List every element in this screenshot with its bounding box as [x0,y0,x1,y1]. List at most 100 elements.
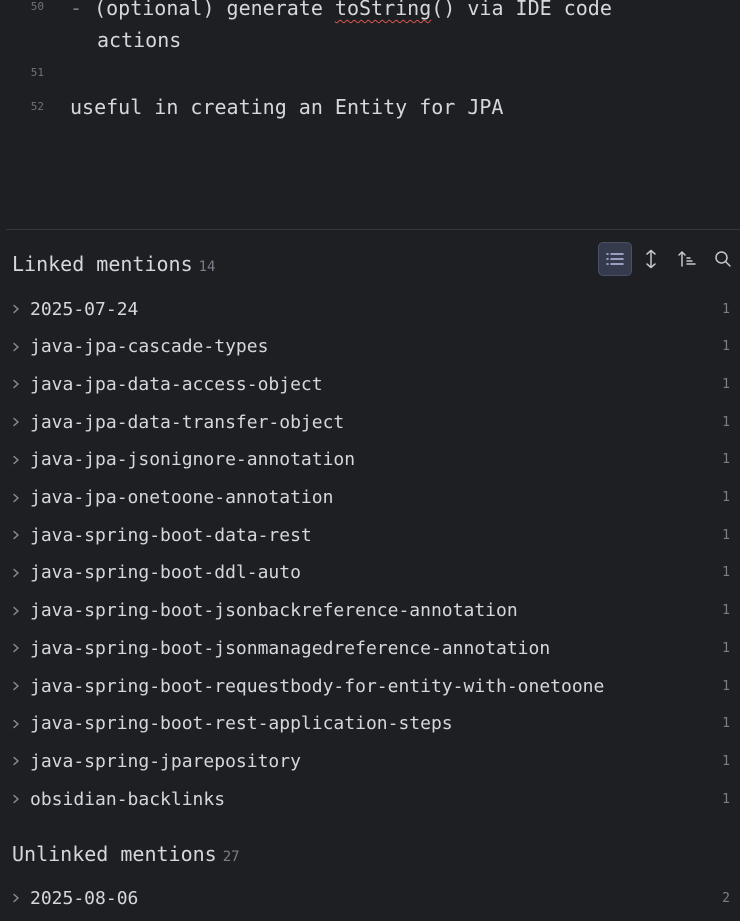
line-number-52: 52 [30,100,44,113]
line-number-51: 51 [30,66,44,79]
mention-file-name[interactable]: java-spring-boot-rest-application-steps [30,713,710,734]
mention-row[interactable]: java-spring-boot-rest-application-steps 1 [12,710,730,738]
unlinked-mentions-title: Unlinked mentions [12,842,217,866]
mention-file-name[interactable]: java-spring-boot-requestbody-for-entity-… [30,676,710,697]
mention-file-name[interactable]: java-spring-boot-data-rest [30,525,710,546]
chevron-right-icon [13,530,19,540]
mention-row[interactable]: java-spring-boot-data-rest 1 [12,521,730,549]
mention-count: 1 [722,640,730,656]
mention-row[interactable]: java-jpa-onetoone-annotation 1 [12,484,730,512]
show-more-context-button[interactable] [634,242,668,276]
mention-count: 1 [722,490,730,505]
expand-toggle[interactable] [12,304,26,314]
expand-icon [646,249,656,269]
linked-mentions-count: 14 [198,259,216,275]
chevron-right-icon [13,455,19,464]
expand-toggle[interactable] [12,606,26,616]
mention-count: 1 [722,376,730,392]
expand-toggle[interactable] [12,530,26,540]
expand-toggle[interactable] [12,681,26,691]
mention-count: 1 [722,565,730,581]
editor-line-50[interactable]: - (optional) generate toString() via IDE… [70,0,612,24]
chevron-right-icon [13,342,19,351]
backlinks-toolbar [598,242,740,276]
chevron-right-icon [13,606,19,615]
mention-file-name[interactable]: java-spring-boot-ddl-auto [30,562,710,583]
mention-file-name[interactable]: 2025-08-06 [30,888,710,909]
mention-file-name[interactable]: obsidian-backlinks [30,789,710,810]
mention-file-name[interactable]: java-jpa-cascade-types [30,336,710,357]
search-button[interactable] [706,242,740,276]
mention-count: 1 [722,791,730,807]
expand-toggle[interactable] [12,417,26,427]
mention-count: 1 [722,603,730,619]
chevron-right-icon [13,893,19,903]
editor-line-50-wrap[interactable]: actions [97,24,181,56]
unlinked-mentions-count: 27 [222,849,240,865]
chevron-right-icon [13,794,19,804]
mention-row[interactable]: java-spring-jparepository 1 [12,747,730,775]
chevron-right-icon [13,757,19,766]
mention-count: 1 [722,339,730,355]
mention-row[interactable]: java-spring-boot-ddl-auto 1 [12,559,730,587]
mention-row[interactable]: java-jpa-data-transfer-object 1 [12,408,730,436]
expand-toggle[interactable] [12,643,26,653]
mention-row[interactable]: java-spring-boot-requestbody-for-entity-… [12,672,730,700]
chevron-right-icon [13,417,19,427]
change-sort-order-button[interactable] [670,242,704,276]
mention-file-name[interactable]: java-jpa-data-access-object [30,374,710,395]
mention-file-name[interactable]: java-jpa-data-transfer-object [30,412,710,433]
mention-count: 1 [722,678,730,694]
expand-toggle[interactable] [12,568,26,578]
mention-file-name[interactable]: 2025-07-24 [30,299,710,320]
unlinked-mentions-heading[interactable]: Unlinked mentions 27 [12,842,240,866]
mention-count: 2 [722,890,730,906]
mention-count: 1 [722,527,730,543]
line-text-pre: (optional) generate [94,0,335,20]
mention-row[interactable]: java-spring-boot-jsonmanagedreference-an… [12,634,730,662]
mention-row[interactable]: 2025-08-06 2 [12,884,730,912]
mention-file-name[interactable]: java-spring-jparepository [30,751,710,772]
expand-toggle[interactable] [12,893,26,903]
chevron-right-icon [13,493,19,502]
mention-file-name[interactable]: java-jpa-jsonignore-annotation [30,449,710,470]
expand-toggle[interactable] [12,756,26,766]
mention-count: 1 [722,301,730,317]
chevron-right-icon [13,681,19,691]
expand-toggle[interactable] [12,719,26,729]
mention-count: 1 [722,716,730,732]
section-divider [6,229,740,230]
line-number-50: 50 [30,0,44,13]
mention-row[interactable]: java-jpa-jsonignore-annotation 1 [12,446,730,474]
line-text-post: () via IDE code [431,0,612,20]
chevron-right-icon [13,380,19,389]
mention-count: 1 [722,753,730,769]
expand-toggle[interactable] [12,342,26,352]
mention-row[interactable]: obsidian-backlinks 1 [12,785,730,813]
mention-row[interactable]: java-spring-boot-jsonbackreference-annot… [12,597,730,625]
mention-file-name[interactable]: java-spring-boot-jsonbackreference-annot… [30,600,710,621]
list-dash: - [70,0,83,20]
sort-icon [678,251,696,267]
mention-file-name[interactable]: java-spring-boot-jsonmanagedreference-an… [30,638,710,659]
misspelled-word[interactable]: toString [335,0,431,20]
list-icon [606,253,624,265]
editor-pane[interactable]: 50 - (optional) generate toString() via … [0,0,740,230]
chevron-right-icon [13,568,19,578]
search-icon [715,251,731,267]
chevron-right-icon [13,644,19,653]
chevron-right-icon [13,719,19,728]
collapse-results-button[interactable] [598,242,632,276]
expand-toggle[interactable] [12,794,26,804]
mention-row[interactable]: 2025-07-24 1 [12,295,730,323]
expand-toggle[interactable] [12,493,26,503]
mention-row[interactable]: java-jpa-data-access-object 1 [12,370,730,398]
mention-count: 1 [722,452,730,468]
chevron-right-icon [13,304,19,314]
editor-line-52[interactable]: useful in creating an Entity for JPA [70,91,503,123]
linked-mentions-heading[interactable]: Linked mentions 14 [12,252,215,276]
mention-file-name[interactable]: java-jpa-onetoone-annotation [30,487,710,508]
expand-toggle[interactable] [12,455,26,465]
expand-toggle[interactable] [12,379,26,389]
mention-row[interactable]: java-jpa-cascade-types 1 [12,333,730,361]
